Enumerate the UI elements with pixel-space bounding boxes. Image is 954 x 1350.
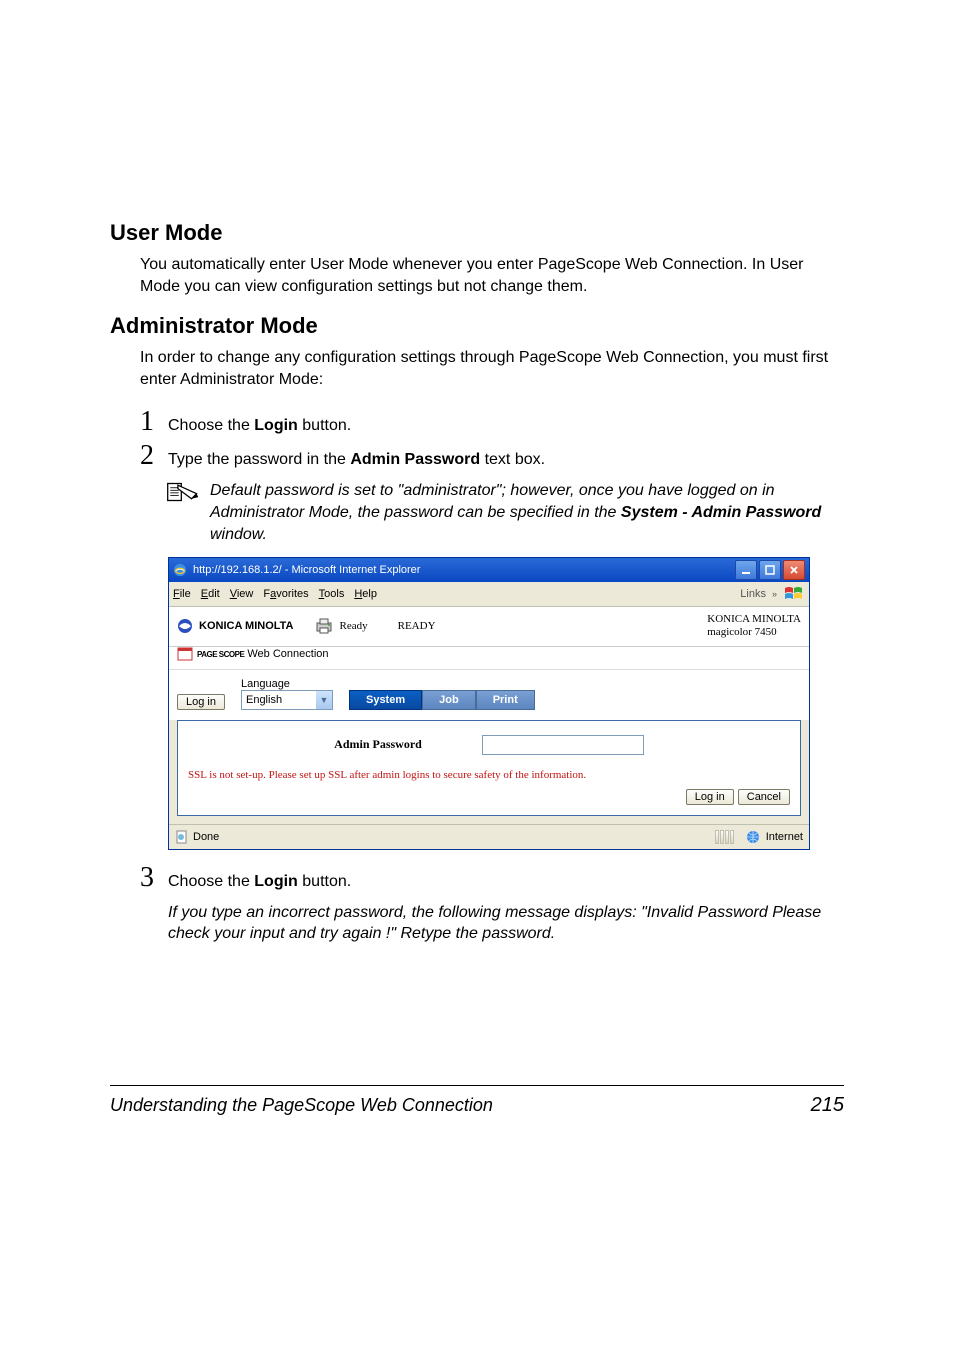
titlebar[interactable]: http://192.168.1.2/ - Microsoft Internet…: [169, 558, 809, 582]
admin-mode-body: In order to change any configuration set…: [140, 347, 844, 390]
step-3-number: 3: [140, 862, 168, 894]
printer-icon: [314, 617, 334, 635]
menu-favorites[interactable]: Favorites: [263, 588, 308, 600]
user-mode-heading: User Mode: [110, 220, 844, 246]
step-2-text: Type the password in the Admin Password …: [168, 449, 545, 471]
note-icon: [166, 480, 200, 545]
menu-tools[interactable]: Tools: [319, 588, 345, 600]
konica-minolta-logo: KONICA MINOLTA: [177, 618, 294, 634]
user-mode-body: You automatically enter User Mode whenev…: [140, 254, 844, 297]
ssl-warning: SSL is not set-up. Please set up SSL aft…: [188, 769, 790, 781]
step-1-number: 1: [140, 406, 168, 438]
ie-icon: [173, 563, 187, 577]
login-button[interactable]: Log in: [686, 789, 734, 805]
menu-help[interactable]: Help: [354, 588, 377, 600]
menu-edit[interactable]: Edit: [201, 588, 220, 600]
links-label[interactable]: Links: [740, 588, 766, 600]
status-zone: Internet: [766, 831, 803, 843]
language-label: Language: [241, 678, 333, 690]
footer-title: Understanding the PageScope Web Connecti…: [110, 1095, 493, 1116]
statusbar: Done Internet: [169, 824, 809, 849]
note-text: Default password is set to "administrato…: [210, 480, 844, 545]
page-icon: [175, 830, 189, 844]
footer-page: 215: [811, 1094, 844, 1117]
menu-file[interactable]: File: [173, 588, 191, 600]
internet-zone-icon: [746, 830, 760, 844]
step-3-text: Choose the Login button.: [168, 871, 351, 893]
login-button-top[interactable]: Log in: [177, 694, 225, 710]
ready-label: Ready: [340, 620, 368, 632]
language-select[interactable]: English ▼: [241, 690, 333, 710]
ie-window: http://192.168.1.2/ - Microsoft Internet…: [168, 557, 810, 849]
admin-password-label: Admin Password: [334, 737, 422, 752]
chevron-down-icon: ▼: [316, 691, 332, 709]
ready-status: READY: [398, 620, 436, 632]
device-info: KONICA MINOLTA magicolor 7450: [707, 613, 801, 639]
cancel-button[interactable]: Cancel: [738, 789, 790, 805]
pagescope-logo: PAGE SCOPE Web Connection: [177, 647, 329, 661]
admin-mode-heading: Administrator Mode: [110, 313, 844, 339]
close-button[interactable]: [783, 560, 805, 580]
tab-system[interactable]: System: [349, 690, 422, 710]
menubar: File Edit View Favorites Tools Help Link…: [169, 582, 809, 607]
maximize-button[interactable]: [759, 560, 781, 580]
tab-print[interactable]: Print: [476, 690, 535, 710]
globe-logo-icon: [177, 618, 193, 634]
statusbar-grips: [715, 830, 734, 844]
followup-text: If you type an incorrect password, the f…: [168, 902, 844, 945]
windows-flag-icon[interactable]: [783, 585, 805, 603]
admin-password-input[interactable]: [482, 735, 644, 755]
pagescope-icon: [177, 647, 193, 661]
status-done: Done: [193, 831, 219, 843]
minimize-button[interactable]: [735, 560, 757, 580]
menu-view[interactable]: View: [230, 588, 254, 600]
tab-job[interactable]: Job: [422, 690, 476, 710]
main-panel: Admin Password SSL is not set-up. Please…: [177, 720, 801, 816]
step-1-text: Choose the Login button.: [168, 415, 351, 437]
window-title: http://192.168.1.2/ - Microsoft Internet…: [193, 564, 420, 576]
chevron-right-icon[interactable]: »: [772, 589, 777, 599]
step-2-number: 2: [140, 440, 168, 472]
